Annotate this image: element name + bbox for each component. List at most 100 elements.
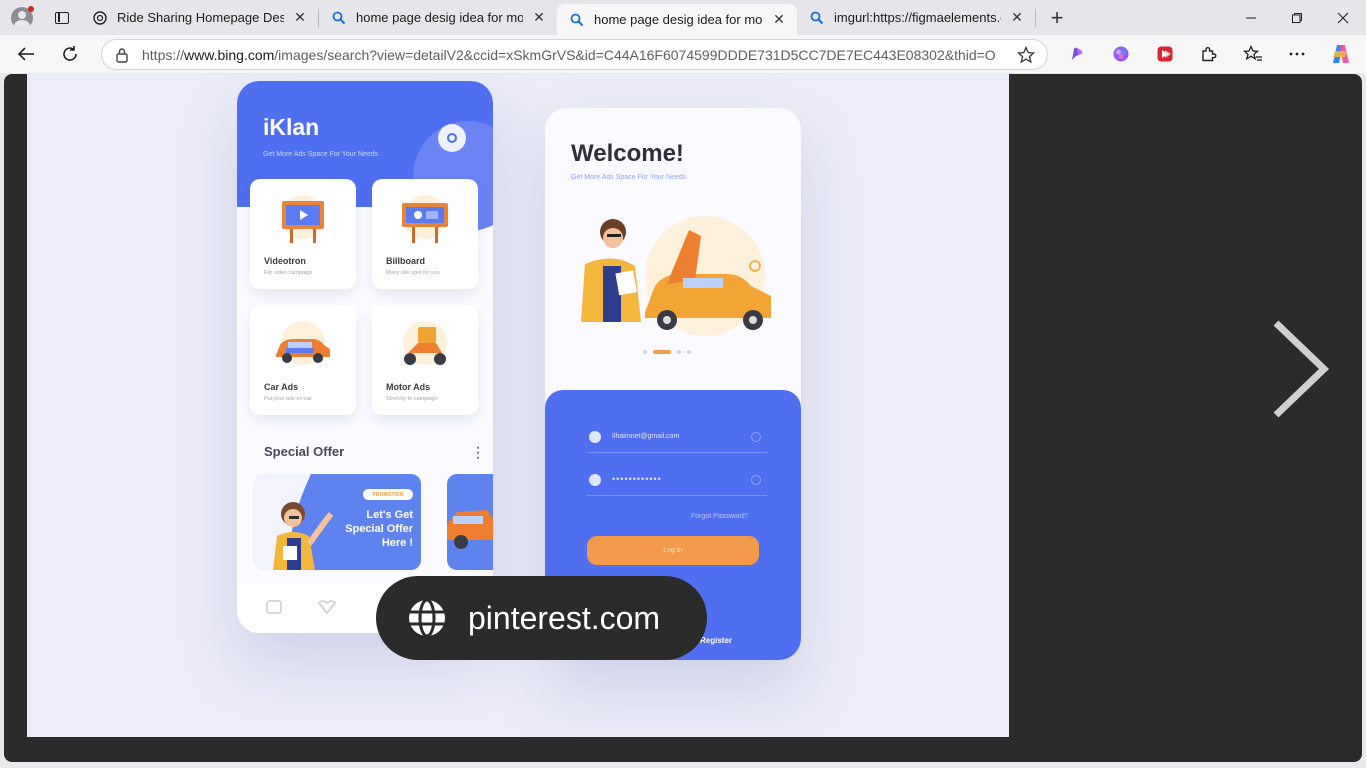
- tab-ride-sharing[interactable]: Ride Sharing Homepage Design ✕: [80, 0, 318, 35]
- tab-bing-search-1[interactable]: home page desig idea for mobile ✕: [319, 0, 557, 35]
- settings-icon: [438, 124, 466, 152]
- field-status-icon: [751, 432, 761, 442]
- card-desc: Many site spot for you: [386, 270, 440, 276]
- motorbike-illustration: [403, 321, 447, 365]
- minimize-button[interactable]: [1228, 0, 1274, 35]
- tab-divider: [1035, 8, 1036, 27]
- tab-actions-button[interactable]: [44, 0, 80, 35]
- video-extension-icon: [1157, 46, 1173, 62]
- card-desc: Stretchy to campaign: [386, 396, 438, 402]
- lock-icon: [589, 474, 601, 486]
- card-title: Car Ads: [264, 382, 299, 392]
- app-brand: iKlan: [263, 114, 320, 140]
- tab-title: Ride Sharing Homepage Design: [117, 10, 284, 25]
- forgot-password-link: Forgot Password?: [691, 513, 748, 520]
- source-domain: pinterest.com: [468, 599, 661, 636]
- login-button: Log In: [587, 536, 759, 565]
- more-vertical-icon: ⋮: [471, 444, 485, 460]
- search-icon: [809, 10, 825, 26]
- videotron-illustration: [281, 195, 325, 243]
- url-text: https://www.bing.com/images/search?view=…: [142, 47, 997, 63]
- favorite-star-icon[interactable]: [1016, 45, 1036, 69]
- welcome-illustration: [581, 216, 771, 336]
- address-bar[interactable]: https://www.bing.com/images/search?view=…: [101, 39, 1048, 70]
- password-field: ••••••••••••: [587, 468, 767, 496]
- restore-button[interactable]: [1274, 0, 1320, 35]
- back-arrow-icon: [17, 47, 34, 61]
- window-controls: [1228, 0, 1366, 35]
- carousel-dots: [643, 350, 691, 354]
- tab-title: home page desig idea for mobile: [594, 12, 763, 27]
- extensions-button[interactable]: [1187, 38, 1231, 70]
- tab-actions-icon: [55, 11, 69, 24]
- extension-red-button[interactable]: [1143, 38, 1187, 70]
- promo-line: Special Offer: [345, 523, 413, 535]
- source-badge[interactable]: pinterest.com: [376, 576, 707, 660]
- new-tab-button[interactable]: +: [1039, 0, 1075, 35]
- promo-banner: PROMOTION Let's Get Special Offer Here !: [253, 474, 421, 570]
- favorites-list-icon: [1243, 45, 1262, 61]
- globe-icon: [409, 598, 445, 638]
- close-tab-icon[interactable]: ✕: [529, 8, 549, 28]
- user-icon: [589, 431, 601, 443]
- url-host: www.bing.com: [184, 46, 275, 63]
- navigation-bar: https://www.bing.com/images/search?view=…: [0, 35, 1366, 73]
- extension-purple-button[interactable]: [1055, 38, 1099, 70]
- copilot-button[interactable]: [1319, 38, 1363, 70]
- car-illustration: [447, 510, 493, 549]
- tab-bing-search-2-active[interactable]: home page desig idea for mobile ✕: [557, 4, 797, 35]
- welcome-tagline: Get More Ads Space For Your Needs: [571, 174, 687, 181]
- close-tab-icon[interactable]: ✕: [769, 10, 789, 30]
- promo-line: Here !: [381, 537, 413, 549]
- close-tab-icon[interactable]: ✕: [1007, 8, 1027, 28]
- tab-strip: Ride Sharing Homepage Design ✕ home page…: [0, 0, 1366, 35]
- card-title: Billboard: [386, 256, 426, 266]
- more-dots-icon: [1289, 52, 1305, 56]
- toolbar-extensions: [1055, 35, 1363, 73]
- card-title: Videotron: [264, 256, 306, 266]
- card-desc: Put your ads on car: [264, 396, 312, 402]
- tab-title: home page desig idea for mobile: [356, 10, 523, 25]
- extension-purple-icon: [1072, 47, 1083, 60]
- back-button[interactable]: [6, 38, 46, 70]
- favorites-button[interactable]: [1231, 38, 1275, 70]
- card-billboard: Billboard Many site spot for you: [372, 179, 478, 289]
- image-viewer: iKlan Get More Ads Space For Your Needs …: [4, 74, 1362, 762]
- site-info-lock-icon[interactable]: [102, 47, 142, 63]
- copilot-icon: [1333, 45, 1349, 63]
- brain-icon: [1113, 46, 1129, 62]
- eye-icon: [751, 475, 761, 485]
- email-value: Ilhaimnet@gmail.com: [612, 433, 680, 440]
- openai-icon: [92, 10, 108, 26]
- close-tab-icon[interactable]: ✕: [290, 8, 310, 28]
- profile-button[interactable]: [0, 0, 44, 35]
- register-link: Register: [700, 636, 733, 645]
- special-offer-heading: Special Offer: [264, 444, 345, 459]
- mockup-phone-home: iKlan Get More Ads Space For Your Needs …: [237, 81, 493, 633]
- promo-text: Let's Get Special Offer Here !: [345, 508, 413, 550]
- app-tagline: Get More Ads Space For Your Needs: [263, 151, 379, 158]
- refresh-button[interactable]: [50, 38, 90, 70]
- tab-bing-imgurl[interactable]: imgurl:https://figmaelements.com ✕: [797, 0, 1035, 35]
- card-motor-ads: Motor Ads Stretchy to campaign: [372, 305, 478, 415]
- card-title: Motor Ads: [386, 382, 431, 392]
- refresh-icon: [63, 46, 77, 61]
- settings-more-button[interactable]: [1275, 38, 1319, 70]
- billboard-illustration: [402, 195, 448, 243]
- close-window-button[interactable]: [1320, 0, 1366, 35]
- carousel-dot-active: [653, 350, 671, 354]
- card-car-ads: Car Ads Put your ads on car: [250, 305, 356, 415]
- url-prefix: https://: [142, 46, 185, 63]
- welcome-heading: Welcome!: [571, 140, 684, 167]
- preview-image[interactable]: iKlan Get More Ads Space For Your Needs …: [27, 74, 1009, 737]
- next-image-chevron-icon[interactable]: [1266, 319, 1336, 419]
- search-icon: [331, 10, 347, 26]
- carousel-dot: [687, 350, 691, 354]
- promo-line: Let's Get: [366, 509, 413, 521]
- card-desc: For video campaign: [264, 270, 313, 276]
- password-value: ••••••••••••: [612, 474, 662, 484]
- search-icon: [569, 12, 585, 28]
- tab-title: imgurl:https://figmaelements.com: [834, 10, 1001, 25]
- extension-brain-button[interactable]: [1099, 38, 1143, 70]
- url-path: /images/search?view=detailV2&ccid=xSkmGr…: [274, 46, 997, 63]
